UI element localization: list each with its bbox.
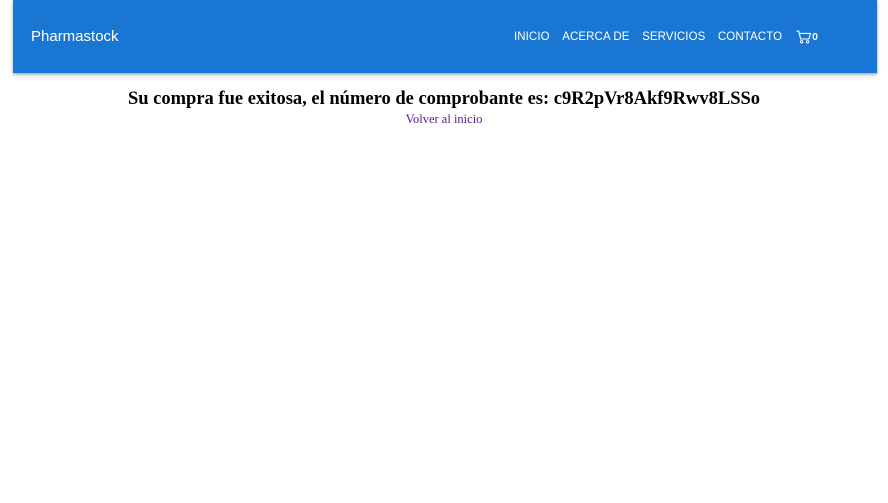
back-to-home-link[interactable]: Volver al inicio <box>406 112 483 126</box>
top-navbar: Pharmastock INICIO ACERCA DE SERVICIOS C… <box>13 0 877 73</box>
nav-link-contacto[interactable]: CONTACTO <box>718 29 782 45</box>
main-content: Su compra fue exitosa, el número de comp… <box>0 88 888 128</box>
cart-button[interactable]: 0 <box>796 30 818 44</box>
nav-link-acerca-de[interactable]: ACERCA DE <box>562 29 629 45</box>
nav-link-inicio[interactable]: INICIO <box>514 29 550 45</box>
brand-link[interactable]: Pharmastock <box>31 27 119 47</box>
cart-count-badge: 0 <box>812 31 818 43</box>
purchase-success-message: Su compra fue exitosa, el número de comp… <box>127 89 761 109</box>
main-nav: INICIO ACERCA DE SERVICIOS CONTACTO 0 <box>514 29 818 45</box>
cart-icon <box>796 30 812 44</box>
nav-link-servicios[interactable]: SERVICIOS <box>642 29 705 45</box>
